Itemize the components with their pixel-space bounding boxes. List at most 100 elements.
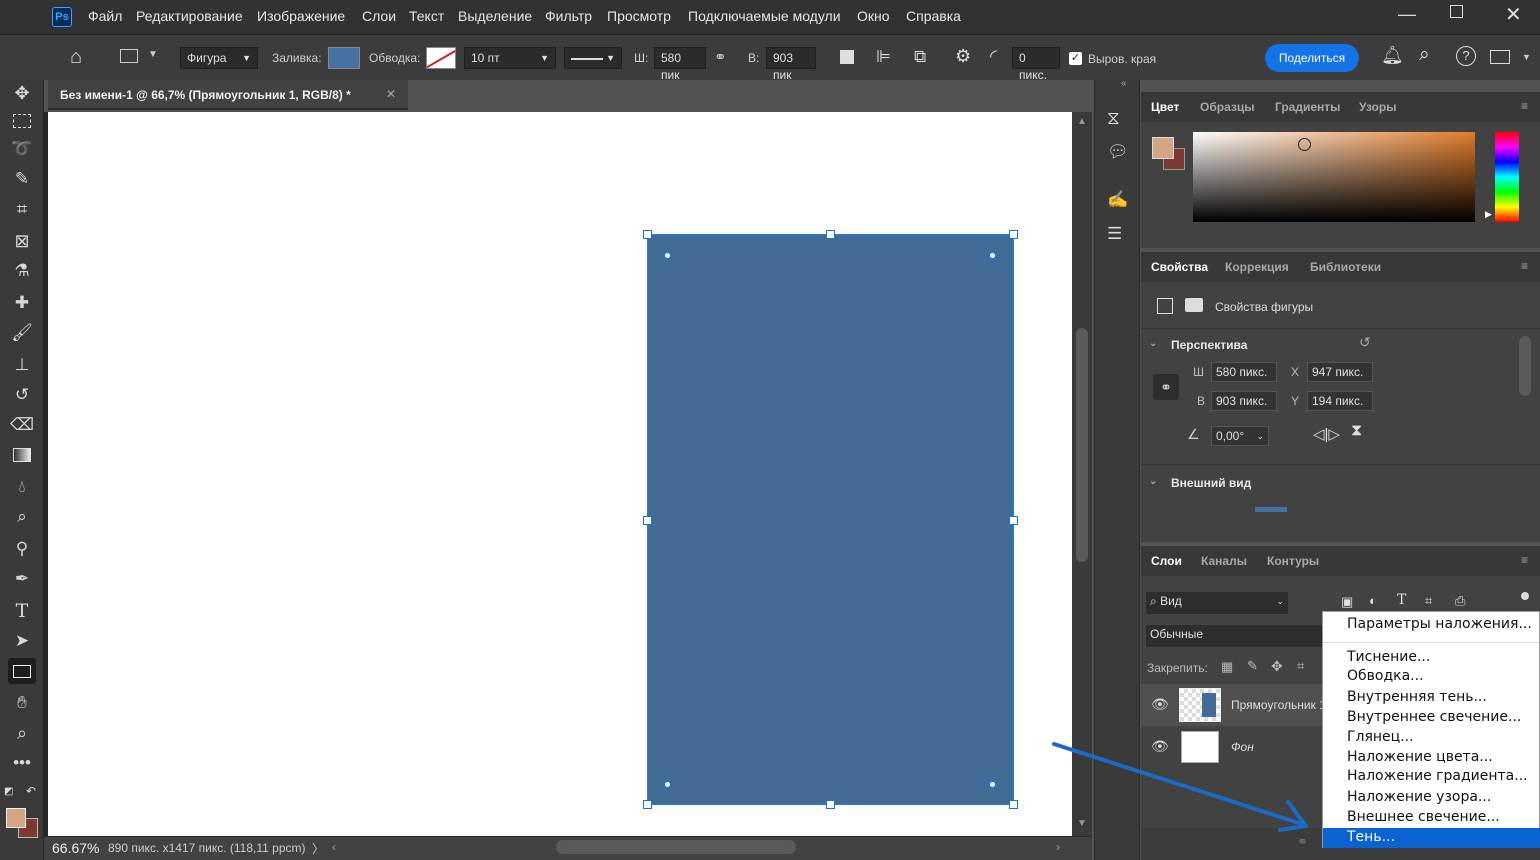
menu-text[interactable]: Текст [409, 8, 444, 24]
crop-tool-icon[interactable]: ⌗ [8, 196, 36, 222]
stroke-swatch[interactable] [426, 47, 456, 69]
transform-handle-tl[interactable] [643, 230, 652, 239]
share-button[interactable]: Поделиться [1265, 44, 1359, 72]
tab-paths[interactable]: Контуры [1267, 554, 1319, 568]
mask-icon[interactable] [1185, 298, 1203, 312]
dodge-tool-icon[interactable]: ⌕ [8, 504, 36, 530]
tab-swatches[interactable]: Образцы [1200, 100, 1255, 114]
corner-radius-widget-br[interactable] [988, 780, 997, 789]
corner-radius-widget-bl[interactable] [663, 780, 672, 789]
menu-help[interactable]: Справка [906, 8, 961, 24]
menu-item-satin[interactable]: Глянец... [1347, 729, 1414, 745]
eyedropper-tool-icon[interactable]: ⚗ [8, 258, 36, 284]
foreground-color-swatch[interactable] [6, 808, 26, 828]
menu-item-stroke[interactable]: Обводка... [1347, 668, 1424, 684]
transform-handle-bc[interactable] [826, 800, 835, 809]
tab-libraries[interactable]: Библиотеки [1310, 260, 1381, 274]
search-icon[interactable]: ⌕ [1419, 44, 1430, 66]
chevron-down-icon[interactable]: ⌄ [1149, 476, 1157, 487]
appearance-fill-preview[interactable] [1255, 507, 1287, 512]
hue-slider-handle-icon[interactable]: ▶ [1485, 209, 1492, 220]
corner-radius-widget-tr[interactable] [988, 251, 997, 260]
panel-scrollbar[interactable] [1519, 336, 1531, 396]
menu-layers[interactable]: Слои [362, 8, 396, 24]
scroll-thumb[interactable] [1076, 328, 1088, 562]
path-arrangement-icon[interactable]: ⧉ [914, 47, 926, 67]
transform-handle-ml[interactable] [643, 516, 652, 525]
help-icon[interactable]: ? [1456, 46, 1476, 66]
menu-item-outer-glow[interactable]: Внешнее свечение... [1347, 809, 1500, 825]
history-brush-tool-icon[interactable]: ↺ [8, 382, 36, 408]
blur-tool-icon[interactable]: 💧︎ [8, 474, 36, 500]
hue-slider[interactable] [1495, 132, 1519, 222]
tab-adjustments[interactable]: Коррекция [1225, 260, 1289, 274]
minimize-icon[interactable]: — [1398, 4, 1416, 25]
menu-select[interactable]: Выделение [458, 8, 532, 24]
menu-filter[interactable]: Фильтр [545, 8, 592, 24]
link-icon[interactable]: ⚭ [714, 48, 727, 66]
rectangle-tool-icon[interactable] [8, 658, 36, 684]
filter-smart-object-icon[interactable]: ⎙ [1455, 593, 1465, 609]
transform-section-title[interactable]: Перспектива [1171, 338, 1247, 352]
magic-wand-tool-icon[interactable]: ✎ [8, 166, 36, 192]
transform-handle-br[interactable] [1009, 800, 1018, 809]
tab-gradients[interactable]: Градиенты [1275, 100, 1340, 114]
lock-artboard-icon[interactable]: ⌗ [1297, 658, 1304, 674]
radius-input[interactable]: 0 пикс. [1012, 47, 1060, 82]
bell-icon[interactable]: 🔔︎ [1381, 45, 1404, 66]
workspace-icon[interactable] [1490, 50, 1510, 64]
default-colors-icon[interactable]: ◩ [4, 786, 13, 797]
fill-swatch[interactable] [328, 47, 360, 69]
height-field[interactable]: 903 пикс. [1211, 391, 1277, 411]
menu-edit[interactable]: Редактирование [136, 8, 243, 24]
height-input[interactable]: 903 пик [766, 47, 816, 82]
filter-shape-icon[interactable]: ⌗ [1425, 593, 1432, 609]
panel-menu-icon[interactable]: ≡ [1521, 553, 1528, 567]
frame-tool-icon[interactable]: ⊠ [8, 228, 36, 254]
tab-color[interactable]: Цвет [1151, 100, 1179, 114]
layer-name[interactable]: Прямоугольник 1 [1231, 698, 1326, 712]
transform-handle-tr[interactable] [1009, 230, 1018, 239]
link-dimensions-icon[interactable]: ⚭ [1153, 374, 1179, 400]
path-alignment-icon[interactable]: ⊫ [876, 47, 891, 67]
scroll-right-icon[interactable]: › [1056, 840, 1060, 854]
marquee-tool-icon[interactable] [8, 108, 36, 134]
panel-menu-icon[interactable]: ≡ [1521, 259, 1528, 273]
tab-channels[interactable]: Каналы [1201, 554, 1247, 568]
gear-icon[interactable]: ⚙ [955, 46, 971, 67]
lock-transparency-icon[interactable]: ▦ [1221, 659, 1233, 675]
filter-adjustment-icon[interactable]: ◐ [1369, 593, 1377, 608]
brush-tool-icon[interactable]: 🖌︎ [8, 320, 36, 346]
zoom-level[interactable]: 66.67% [52, 840, 99, 856]
corner-radius-icon[interactable]: ◜ [990, 46, 997, 67]
scroll-up-icon[interactable]: ▲ [1077, 116, 1087, 127]
menu-image[interactable]: Изображение [257, 8, 345, 24]
info-arrow-icon[interactable]: 〉 [312, 840, 324, 857]
brush-settings-icon[interactable]: ✍ [1107, 190, 1128, 210]
stroke-type-select[interactable]: ▼ [564, 47, 622, 69]
vertical-scrollbar[interactable]: ▲ ▼ [1072, 112, 1092, 836]
gradient-tool-icon[interactable] [8, 442, 36, 468]
hand-tool-icon[interactable]: ✋︎ [8, 690, 36, 716]
align-edges-checkbox[interactable]: ✓ [1069, 52, 1082, 65]
swap-colors-icon[interactable]: ↶ [26, 784, 36, 798]
filter-toggle[interactable] [1521, 592, 1529, 600]
chevron-down-icon[interactable]: ▼ [148, 49, 158, 60]
maximize-icon[interactable] [1450, 5, 1463, 18]
panel-fg-color-swatch[interactable] [1152, 137, 1174, 159]
y-field[interactable]: 194 пикс. [1307, 391, 1373, 411]
lock-pixels-icon[interactable]: ✎ [1247, 658, 1258, 674]
angle-field[interactable]: 0,00° ⌄ [1211, 426, 1269, 446]
tab-patterns[interactable]: Узоры [1359, 100, 1396, 114]
menu-file[interactable]: Файл [88, 8, 122, 24]
color-field[interactable] [1193, 132, 1475, 222]
corner-radius-widget-tl[interactable] [663, 251, 672, 260]
panel-menu-icon[interactable]: ≡ [1521, 99, 1528, 113]
lasso-tool-icon[interactable]: ➰ [8, 136, 36, 162]
rectangle-shape[interactable] [647, 234, 1014, 805]
tab-properties[interactable]: Свойства [1151, 260, 1208, 274]
transform-handle-mr[interactable] [1009, 516, 1018, 525]
x-field[interactable]: 947 пикс. [1307, 362, 1373, 382]
filter-type-icon[interactable]: T [1397, 592, 1406, 608]
color-picker-ring[interactable] [1298, 138, 1311, 151]
